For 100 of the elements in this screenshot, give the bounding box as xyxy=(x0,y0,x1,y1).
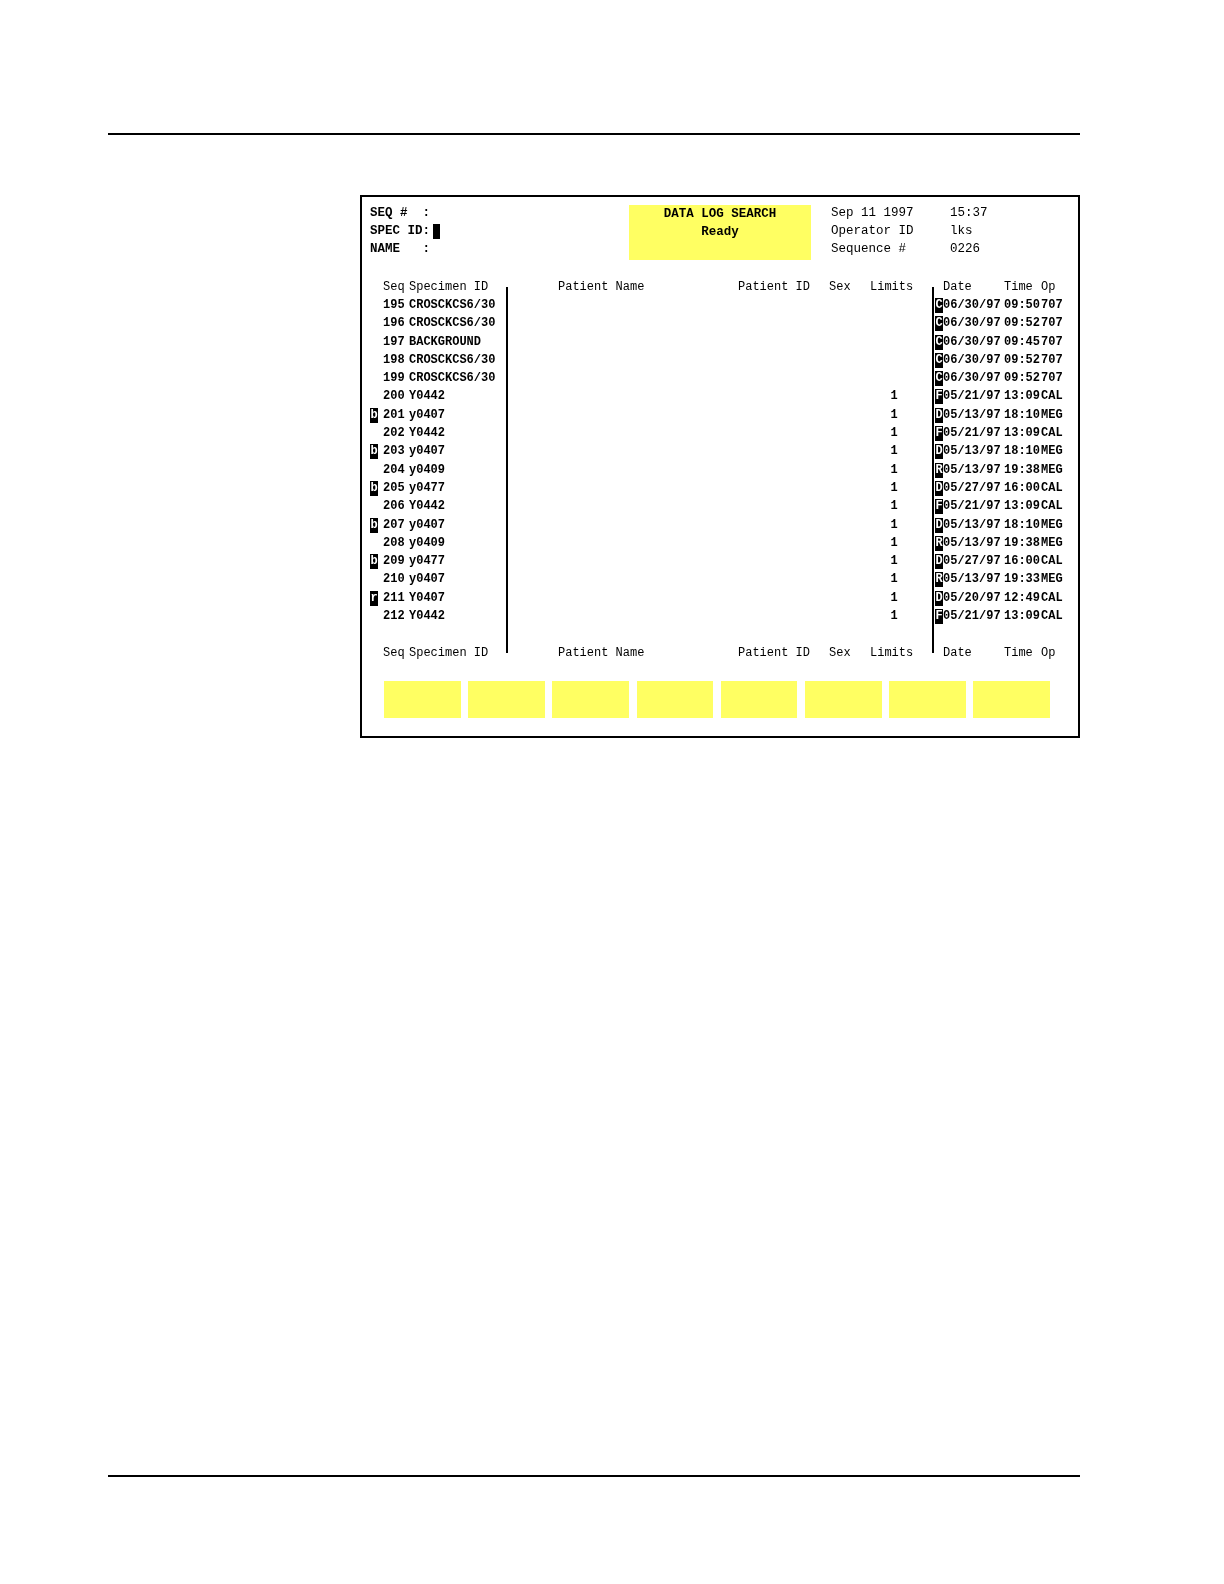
time-text: 09:50 xyxy=(1004,297,1040,313)
status-flag: D xyxy=(935,444,943,460)
specimen-id: Y0442 xyxy=(409,609,445,624)
specimen-id: y0407 xyxy=(409,517,445,533)
status-flag: C xyxy=(935,316,943,332)
limits-value: 1 xyxy=(890,572,898,588)
time-text: 18:10 xyxy=(1004,444,1040,460)
operator-code: MEG xyxy=(1041,444,1063,460)
status-flag: D xyxy=(935,407,943,423)
operator-code: 707 xyxy=(1041,334,1063,350)
status-flag: C xyxy=(935,352,943,368)
time-text: 16:00 xyxy=(1004,480,1040,496)
soft-key-button[interactable] xyxy=(468,680,545,718)
specimen-id: Y0442 xyxy=(409,499,445,515)
sequence-number: 198 xyxy=(382,352,405,368)
column-header: Seq xyxy=(382,279,405,295)
info-label: Sequence # xyxy=(831,241,906,257)
date-text: 06/30/97 xyxy=(943,297,1001,313)
sequence-number: 209 xyxy=(382,554,405,570)
time-text: 18:10 xyxy=(1004,407,1040,423)
limits-value: 1 xyxy=(890,499,898,515)
operator-code: CAL xyxy=(1041,426,1063,441)
date-text: 05/13/97 xyxy=(943,462,1001,478)
status-flag: R xyxy=(935,462,943,478)
specimen-id: Y0407 xyxy=(409,590,445,606)
specimen-id: CROSCKCS6/30 xyxy=(409,352,496,368)
time-text: 09:52 xyxy=(1004,316,1040,332)
soft-key-button[interactable] xyxy=(384,680,461,718)
time-text: 19:38 xyxy=(1004,462,1040,478)
column-header: Patient Name xyxy=(558,279,645,295)
column-header: Patient Name xyxy=(558,645,645,661)
time-text: 09:45 xyxy=(1004,334,1040,350)
limits-value: 1 xyxy=(890,609,898,624)
specimen-id: y0407 xyxy=(409,572,445,588)
soft-key-button[interactable] xyxy=(720,680,798,718)
row-flag: b xyxy=(370,407,378,423)
specimen-id: y0407 xyxy=(409,444,445,460)
column-header: Limits xyxy=(870,279,914,295)
operator-code: CAL xyxy=(1041,554,1063,570)
operator-code: MEG xyxy=(1041,517,1063,533)
sequence-number: 204 xyxy=(382,462,405,478)
specimen-id: CROSCKCS6/30 xyxy=(409,297,496,313)
row-flag: b xyxy=(370,444,378,460)
time-text: 18:10 xyxy=(1004,517,1040,533)
time-text: 09:52 xyxy=(1004,352,1040,368)
limits-value: 1 xyxy=(890,389,898,405)
row-flag: b xyxy=(370,480,378,496)
soft-key-button[interactable] xyxy=(804,680,882,718)
soft-key-button[interactable] xyxy=(636,680,714,718)
soft-key-button[interactable] xyxy=(973,680,1050,718)
info-value: 15:37 xyxy=(950,205,988,221)
date-text: 05/20/97 xyxy=(943,590,1001,606)
status-flag: F xyxy=(935,499,943,515)
specimen-id: BACKGROUND xyxy=(409,334,481,350)
column-header: Op xyxy=(1041,645,1056,661)
date-text: 05/27/97 xyxy=(943,480,1001,496)
sequence-number: 208 xyxy=(382,535,405,551)
time-text: 13:09 xyxy=(1004,389,1040,405)
soft-key-button[interactable] xyxy=(552,680,630,718)
soft-key-button[interactable] xyxy=(889,680,966,718)
time-text: 13:09 xyxy=(1004,609,1040,624)
sequence-number: 207 xyxy=(382,517,405,533)
specimen-id: y0409 xyxy=(409,535,445,551)
info-label: Sep 11 1997 xyxy=(831,205,914,221)
status-text: Ready xyxy=(701,224,739,241)
screen-title: DATA LOG SEARCH xyxy=(663,206,777,223)
operator-code: CAL xyxy=(1041,389,1063,405)
sequence-number: 201 xyxy=(382,407,405,423)
specimen-id: y0407 xyxy=(409,407,445,423)
status-flag: R xyxy=(935,535,943,551)
limits-value: 1 xyxy=(890,554,898,570)
date-text: 06/30/97 xyxy=(943,334,1001,350)
column-header: Specimen ID xyxy=(409,279,489,295)
time-text: 19:38 xyxy=(1004,535,1040,551)
column-header: Date xyxy=(943,279,972,295)
limits-value: 1 xyxy=(890,590,898,606)
column-header: Limits xyxy=(870,645,914,661)
operator-code: CAL xyxy=(1041,499,1063,515)
limits-value: 1 xyxy=(890,535,898,551)
status-flag: C xyxy=(935,334,943,350)
status-flag: D xyxy=(935,517,943,533)
limits-value: 1 xyxy=(890,444,898,460)
status-flag: R xyxy=(935,572,943,588)
time-text: 13:09 xyxy=(1004,499,1040,515)
date-text: 05/21/97 xyxy=(943,389,1001,405)
date-text: 06/30/97 xyxy=(943,352,1001,368)
sequence-number: 196 xyxy=(382,316,405,332)
date-text: 05/13/97 xyxy=(943,517,1001,533)
date-text: 05/27/97 xyxy=(943,554,1001,570)
column-header: Patient ID xyxy=(738,645,810,661)
info-value: lks xyxy=(950,223,973,239)
field-label: SPEC ID: xyxy=(370,223,430,240)
limits-value: 1 xyxy=(890,407,898,423)
column-header: Date xyxy=(943,645,972,661)
status-flag: F xyxy=(935,426,943,441)
sequence-number: 205 xyxy=(382,480,405,496)
date-text: 05/13/97 xyxy=(943,535,1001,551)
operator-code: 707 xyxy=(1041,316,1063,332)
date-text: 06/30/97 xyxy=(943,316,1001,332)
operator-code: CAL xyxy=(1041,609,1063,624)
